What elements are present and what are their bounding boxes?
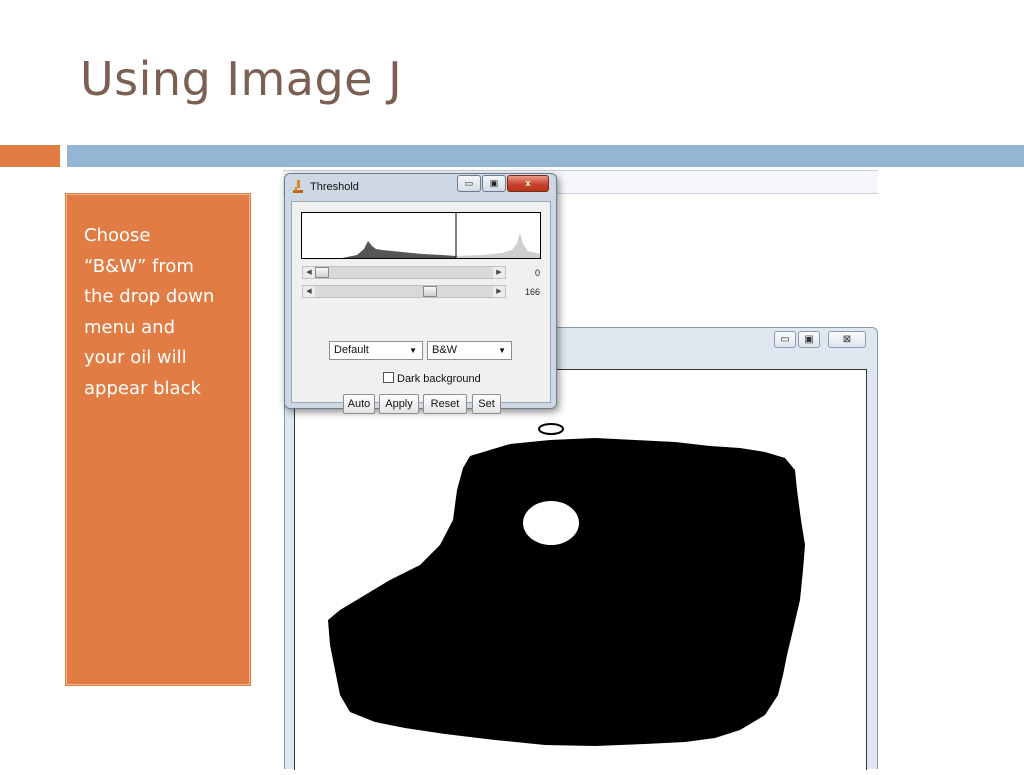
accent-bar-orange xyxy=(0,145,60,167)
arrow-left-icon[interactable]: ◀ xyxy=(303,286,315,297)
close-button[interactable]: ⊠ xyxy=(828,331,866,348)
histogram-bars xyxy=(302,241,456,258)
oil-blob xyxy=(328,438,805,746)
oil-hole xyxy=(523,501,579,545)
threshold-titlebar[interactable]: Threshold ▭ ▣ x xyxy=(285,174,556,200)
slide-title: Using Image J xyxy=(80,52,403,106)
arrow-left-icon[interactable]: ◀ xyxy=(303,267,315,278)
histogram-plot xyxy=(302,213,540,258)
thresholded-oil-image xyxy=(328,423,805,746)
reset-button[interactable]: Reset xyxy=(423,394,467,414)
dark-background-option[interactable]: Dark background xyxy=(383,372,481,385)
apply-button[interactable]: Apply xyxy=(379,394,419,414)
minimize-button[interactable]: ▭ xyxy=(774,331,796,348)
min-threshold-value: 0 xyxy=(534,268,540,278)
mode-select[interactable]: B&W ▼ xyxy=(427,341,512,360)
instruction-callout: Choose “B&W” from the drop down menu and… xyxy=(65,193,251,686)
accent-bar-blue xyxy=(67,145,1024,167)
method-select[interactable]: Default ▼ xyxy=(329,341,423,360)
max-threshold-slider[interactable]: ◀ ▶ xyxy=(302,285,506,298)
min-threshold-slider[interactable]: ◀ ▶ xyxy=(302,266,506,279)
callout-line: your oil will xyxy=(84,347,187,368)
top-notch xyxy=(538,423,564,435)
dark-background-checkbox[interactable] xyxy=(383,372,394,383)
set-button[interactable]: Set xyxy=(472,394,501,414)
callout-line: the drop down xyxy=(84,286,215,307)
callout-line: Choose xyxy=(84,225,151,246)
slider-thumb[interactable] xyxy=(423,286,437,297)
microscope-icon xyxy=(293,180,303,193)
max-threshold-value: 166 xyxy=(524,287,540,297)
threshold-dialog[interactable]: Threshold ▭ ▣ x ◀ ▶ 0 ◀ ▶ 166 Default ▼ xyxy=(284,173,557,414)
threshold-minimize-button[interactable]: ▭ xyxy=(457,175,481,192)
method-select-value: Default xyxy=(334,344,369,356)
threshold-title: Threshold xyxy=(310,181,359,193)
callout-line: “B&W” from xyxy=(84,255,194,277)
auto-button[interactable]: Auto xyxy=(343,394,375,414)
maximize-button[interactable]: ▣ xyxy=(798,331,820,348)
threshold-maximize-button[interactable]: ▣ xyxy=(482,175,506,192)
chevron-down-icon: ▼ xyxy=(498,346,506,355)
callout-line: menu and xyxy=(84,316,176,338)
histogram xyxy=(301,212,541,259)
slider-thumb[interactable] xyxy=(315,267,329,278)
chevron-down-icon: ▼ xyxy=(409,346,417,355)
image-canvas[interactable] xyxy=(294,369,867,770)
mode-select-value: B&W xyxy=(432,344,458,356)
callout-text: Choose “B&W” from the drop down menu and… xyxy=(84,221,244,404)
dark-background-label: Dark background xyxy=(397,373,481,385)
histogram-bars-right xyxy=(456,233,540,258)
threshold-panel: ◀ ▶ 0 ◀ ▶ 166 Default ▼ B&W ▼ Dark backg… xyxy=(291,201,551,414)
callout-line: appear black xyxy=(84,377,201,399)
arrow-right-icon[interactable]: ▶ xyxy=(493,286,505,297)
threshold-close-button[interactable]: x xyxy=(507,175,549,192)
arrow-right-icon[interactable]: ▶ xyxy=(493,267,505,278)
